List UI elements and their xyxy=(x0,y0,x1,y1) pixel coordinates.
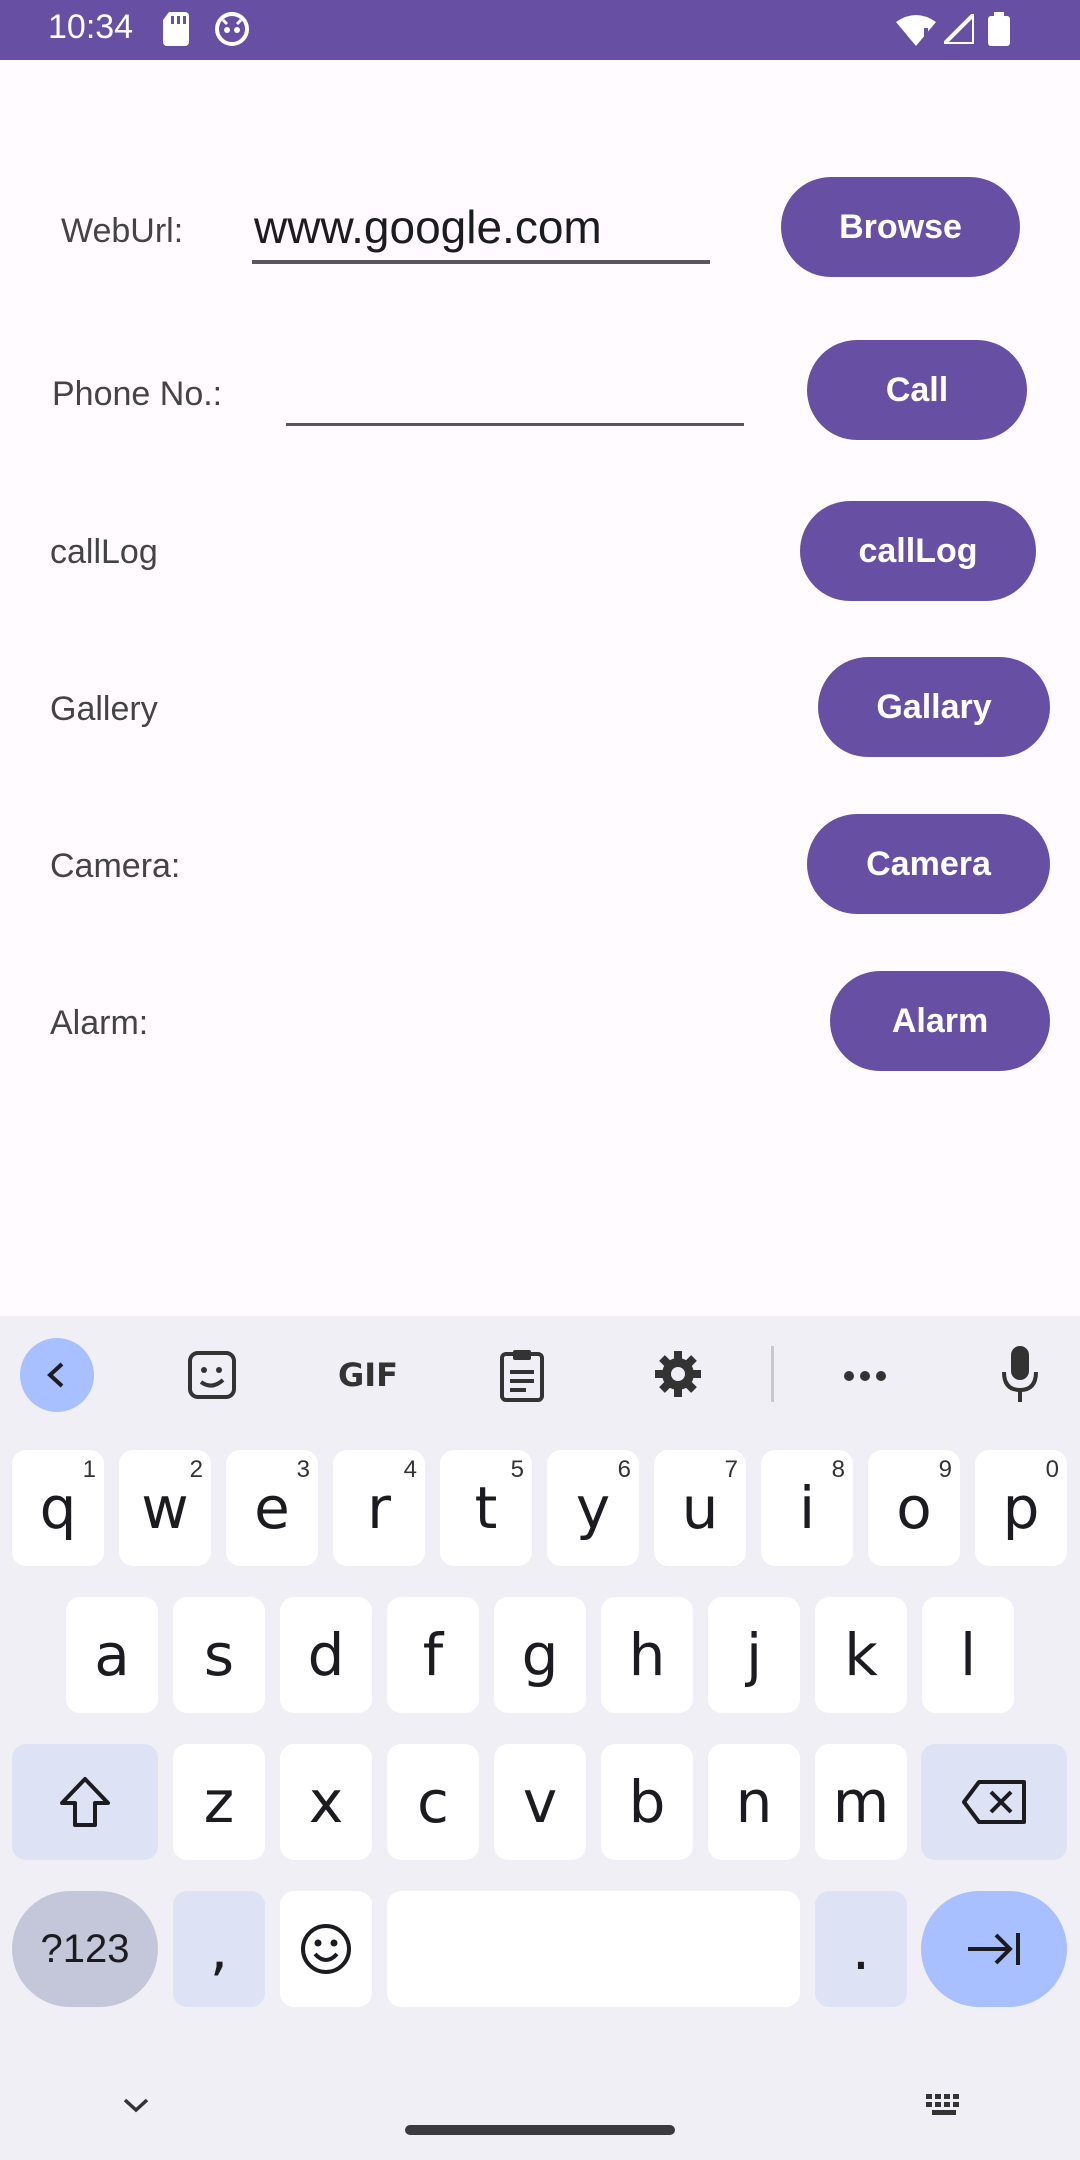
gif-icon[interactable]: GIF xyxy=(330,1346,406,1404)
key-p-label: p xyxy=(1002,1474,1040,1542)
key-o[interactable]: o9 xyxy=(868,1450,960,1566)
enter-key[interactable] xyxy=(921,1891,1067,2007)
key-e[interactable]: e3 xyxy=(226,1450,318,1566)
gallery-label: Gallery xyxy=(50,690,158,728)
key-r[interactable]: r4 xyxy=(333,1450,425,1566)
shift-arrow-icon xyxy=(60,1777,110,1827)
key-u-hint: 7 xyxy=(724,1456,738,1483)
key-i-hint: 8 xyxy=(831,1456,845,1483)
key-l[interactable]: l xyxy=(922,1597,1014,1713)
key-c[interactable]: c xyxy=(387,1744,479,1860)
key-p-hint: 0 xyxy=(1045,1456,1059,1483)
call-log-button[interactable]: callLog xyxy=(800,501,1036,601)
key-e-label: e xyxy=(254,1474,290,1542)
camera-label: Camera: xyxy=(50,847,181,885)
key-q-hint: 1 xyxy=(82,1456,96,1483)
emoji-key[interactable] xyxy=(280,1891,372,2007)
phone-underline xyxy=(286,423,744,426)
hide-keyboard-chevron-icon[interactable] xyxy=(118,2090,154,2120)
key-m[interactable]: m xyxy=(815,1744,907,1860)
backspace-icon xyxy=(962,1780,1026,1824)
key-z[interactable]: z xyxy=(173,1744,265,1860)
key-t-label: t xyxy=(474,1474,498,1542)
key-e-hint: 3 xyxy=(296,1456,310,1483)
key-y-label: y xyxy=(575,1474,611,1542)
key-r-hint: 4 xyxy=(403,1456,417,1483)
key-b[interactable]: b xyxy=(601,1744,693,1860)
key-r-label: r xyxy=(367,1474,391,1542)
key-h[interactable]: h xyxy=(601,1597,693,1713)
web-url-underline xyxy=(252,260,710,264)
key-u[interactable]: u7 xyxy=(654,1450,746,1566)
gesture-navigation-bar[interactable] xyxy=(405,2125,675,2135)
key-o-hint: 9 xyxy=(938,1456,952,1483)
back-chevron-icon[interactable] xyxy=(20,1338,94,1412)
keyboard: GIF q1 w2 e3 r4 t5 y6 u7 i8 o9 p0 a s d … xyxy=(0,1316,1080,2160)
toolbar-divider xyxy=(771,1346,774,1402)
key-w-label: w xyxy=(141,1474,189,1542)
key-o-label: o xyxy=(896,1474,932,1542)
browse-button[interactable]: Browse xyxy=(781,177,1020,277)
status-bar: 10:34 xyxy=(0,0,1080,60)
key-q-label: q xyxy=(39,1474,77,1542)
web-url-label: WebUrl: xyxy=(61,212,184,250)
key-f[interactable]: f xyxy=(387,1597,479,1713)
key-k[interactable]: k xyxy=(815,1597,907,1713)
key-v[interactable]: v xyxy=(494,1744,586,1860)
call-log-label: callLog xyxy=(50,533,158,571)
key-y[interactable]: y6 xyxy=(547,1450,639,1566)
key-i[interactable]: i8 xyxy=(761,1450,853,1566)
alarm-button[interactable]: Alarm xyxy=(830,971,1050,1071)
key-y-hint: 6 xyxy=(617,1456,631,1483)
space-key[interactable] xyxy=(387,1891,800,2007)
backspace-key[interactable] xyxy=(921,1744,1067,1860)
web-url-input[interactable]: www.google.com xyxy=(254,200,602,254)
clipboard-icon[interactable] xyxy=(496,1344,548,1406)
key-j[interactable]: j xyxy=(708,1597,800,1713)
call-button[interactable]: Call xyxy=(807,340,1027,440)
wifi-icon xyxy=(896,14,936,51)
emoji-icon xyxy=(301,1924,351,1974)
key-x[interactable]: x xyxy=(280,1744,372,1860)
key-d[interactable]: d xyxy=(280,1597,372,1713)
alarm-label: Alarm: xyxy=(50,1004,149,1042)
microphone-icon[interactable] xyxy=(998,1342,1042,1406)
key-w-hint: 2 xyxy=(189,1456,203,1483)
sticker-icon[interactable] xyxy=(183,1346,241,1404)
battery-icon xyxy=(988,12,1010,51)
key-t[interactable]: t5 xyxy=(440,1450,532,1566)
tab-arrow-icon xyxy=(968,1933,1020,1965)
key-i-label: i xyxy=(798,1474,816,1542)
gallery-button[interactable]: Gallary xyxy=(818,657,1050,757)
period-key[interactable]: . xyxy=(815,1891,907,2007)
status-time: 10:34 xyxy=(48,8,134,46)
key-t-hint: 5 xyxy=(510,1456,524,1483)
key-n[interactable]: n xyxy=(708,1744,800,1860)
shift-key[interactable] xyxy=(12,1744,158,1860)
key-g[interactable]: g xyxy=(494,1597,586,1713)
key-u-label: u xyxy=(681,1474,719,1542)
keyboard-switch-icon[interactable] xyxy=(922,2090,968,2120)
symbols-key[interactable]: ?123 xyxy=(12,1891,158,2007)
key-q[interactable]: q1 xyxy=(12,1450,104,1566)
settings-gear-icon[interactable] xyxy=(650,1346,706,1402)
key-p[interactable]: p0 xyxy=(975,1450,1067,1566)
signal-icon xyxy=(939,9,976,49)
key-a[interactable]: a xyxy=(66,1597,158,1713)
key-s[interactable]: s xyxy=(173,1597,265,1713)
android-face-icon xyxy=(215,12,249,51)
key-w[interactable]: w2 xyxy=(119,1450,211,1566)
camera-button[interactable]: Camera xyxy=(807,814,1050,914)
sd-card-icon xyxy=(163,12,191,51)
phone-label: Phone No.: xyxy=(52,375,223,413)
more-options-icon[interactable] xyxy=(840,1356,890,1396)
comma-key[interactable]: , xyxy=(173,1891,265,2007)
